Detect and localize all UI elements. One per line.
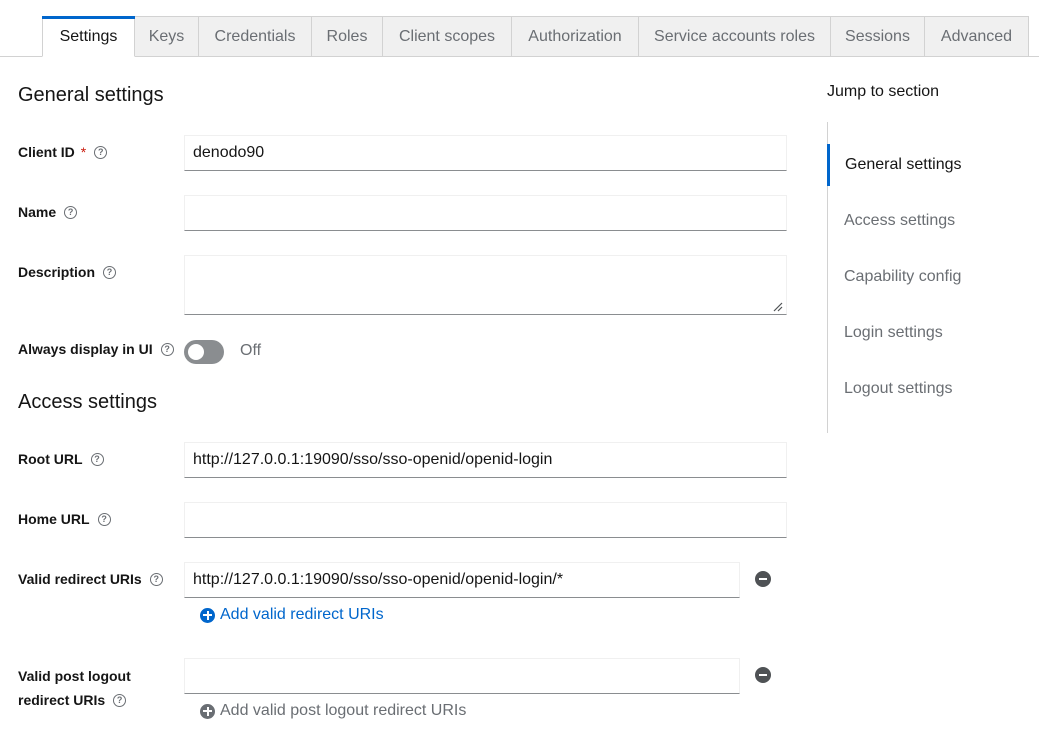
access-settings-heading: Access settings xyxy=(18,391,157,413)
jump-access-settings[interactable]: Access settings xyxy=(828,200,1028,242)
redirect-uris-label: Valid redirect URIs ? xyxy=(18,571,163,587)
description-label-text: Description xyxy=(18,264,96,280)
required-mark: * xyxy=(80,144,87,160)
tab-roles[interactable]: Roles xyxy=(312,16,383,57)
root-url-label-text: Root URL xyxy=(18,451,83,467)
post-logout-uri-input[interactable] xyxy=(184,658,740,694)
add-redirect-uri-text: Add valid redirect URIs xyxy=(220,606,384,623)
description-label: Description ? xyxy=(18,264,117,280)
tab-authorization[interactable]: Authorization xyxy=(512,16,639,57)
plus-circle-icon xyxy=(200,607,215,623)
question-circle-icon[interactable]: ? xyxy=(94,145,108,159)
home-url-label-text: Home URL xyxy=(18,511,90,527)
tab-advanced[interactable]: Advanced xyxy=(925,16,1029,57)
jump-general-settings[interactable]: General settings xyxy=(827,144,1027,186)
resize-grip-icon[interactable] xyxy=(773,302,783,312)
post-logout-label-line2-row: redirect URIs ? xyxy=(18,688,131,712)
post-logout-label-line1: Valid post logout xyxy=(18,668,131,684)
minus-circle-icon[interactable] xyxy=(755,571,771,587)
tab-sessions[interactable]: Sessions xyxy=(831,16,925,57)
tab-credentials[interactable]: Credentials xyxy=(199,16,312,57)
name-label-text: Name xyxy=(18,204,57,220)
redirect-uri-input[interactable] xyxy=(184,562,740,598)
tab-client-scopes[interactable]: Client scopes xyxy=(383,16,512,57)
tab-settings[interactable]: Settings xyxy=(42,16,135,57)
plus-circle-icon xyxy=(200,703,215,719)
toggle-knob xyxy=(188,344,204,360)
jump-to-section-nav: General settings Access settings Capabil… xyxy=(827,122,1027,433)
jump-logout-settings[interactable]: Logout settings xyxy=(828,368,1028,410)
jump-login-settings[interactable]: Login settings xyxy=(828,312,1028,354)
name-label: Name ? xyxy=(18,204,78,220)
tab-service-accounts-roles[interactable]: Service accounts roles xyxy=(639,16,831,57)
description-textarea[interactable] xyxy=(184,255,787,315)
jump-capability-config[interactable]: Capability config xyxy=(828,256,1028,298)
question-circle-icon[interactable]: ? xyxy=(103,265,117,279)
add-post-logout-uri-link[interactable]: Add valid post logout redirect URIs xyxy=(200,702,466,720)
question-circle-icon[interactable]: ? xyxy=(90,452,104,466)
minus-circle-icon[interactable] xyxy=(755,667,771,683)
root-url-label: Root URL ? xyxy=(18,451,104,467)
question-circle-icon[interactable]: ? xyxy=(149,572,163,586)
question-circle-icon[interactable]: ? xyxy=(113,693,127,707)
always-display-toggle[interactable] xyxy=(184,340,224,364)
always-display-label: Always display in UI ? xyxy=(18,341,174,357)
post-logout-label: Valid post logout redirect URIs ? xyxy=(18,664,131,712)
client-id-input[interactable] xyxy=(184,135,787,171)
root-url-input[interactable] xyxy=(184,442,787,478)
home-url-input[interactable] xyxy=(184,502,787,538)
home-url-label: Home URL ? xyxy=(18,511,111,527)
question-circle-icon[interactable]: ? xyxy=(64,205,78,219)
client-id-label: Client ID * ? xyxy=(18,144,108,160)
tab-keys[interactable]: Keys xyxy=(135,16,199,57)
always-display-state: Off xyxy=(240,342,262,359)
name-input[interactable] xyxy=(184,195,787,231)
always-display-label-text: Always display in UI xyxy=(18,341,153,357)
general-settings-heading: General settings xyxy=(18,84,164,106)
question-circle-icon[interactable]: ? xyxy=(97,512,111,526)
add-post-logout-uri-text: Add valid post logout redirect URIs xyxy=(220,702,467,719)
client-tabs: Settings Keys Credentials Roles Client s… xyxy=(0,16,1039,57)
post-logout-label-line2: redirect URIs xyxy=(18,692,106,708)
question-circle-icon[interactable]: ? xyxy=(160,342,174,356)
add-redirect-uri-link[interactable]: Add valid redirect URIs xyxy=(200,606,384,624)
jump-to-section-title: Jump to section xyxy=(827,83,940,100)
client-id-label-text: Client ID xyxy=(18,144,75,160)
redirect-uris-label-text: Valid redirect URIs xyxy=(18,571,142,587)
